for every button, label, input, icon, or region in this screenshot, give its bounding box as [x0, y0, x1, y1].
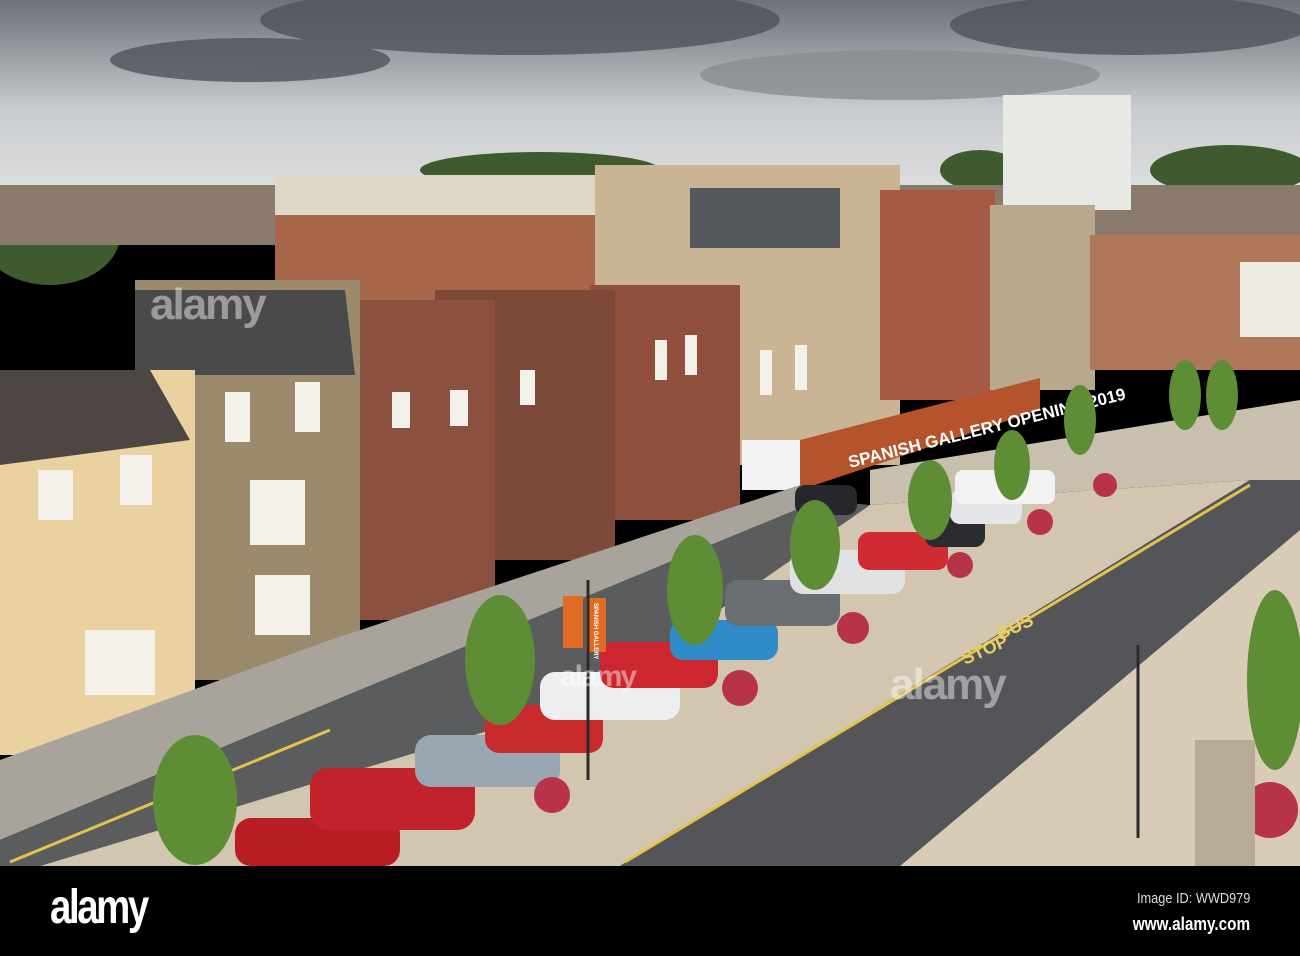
tree: [465, 595, 535, 725]
stone-building-right: [990, 205, 1095, 390]
tree: [667, 535, 723, 645]
office-top-floor: [275, 175, 630, 215]
stock-photo: SPANISH GALLERY OPENING 2019 BUS STOP SP…: [0, 0, 1300, 956]
tower-block: [1003, 95, 1131, 210]
tree: [994, 430, 1030, 500]
alamy-url: www.alamy.com: [1132, 914, 1250, 934]
gallery-banner: [563, 596, 583, 648]
tree: [1206, 360, 1238, 430]
stone-house-roof: [135, 290, 355, 375]
tree: [1064, 385, 1096, 455]
alamy-logo: alamy: [50, 881, 149, 934]
monument: [1195, 740, 1255, 866]
tree: [790, 500, 840, 590]
tree: [908, 460, 952, 540]
brick-house-1: [355, 300, 495, 620]
banner-text: SPANISH GALLERY: [592, 603, 598, 659]
tree: [1169, 360, 1201, 430]
town-square-photo: SPANISH GALLERY OPENING 2019 BUS STOP SP…: [0, 0, 1300, 866]
hoarding-white-panel: [742, 440, 800, 490]
image-id: Image ID: WWD979: [1136, 890, 1250, 907]
alamy-footer-bar: alamy Image ID: WWD979 www.alamy.com: [0, 866, 1300, 956]
white-shop: [1240, 262, 1300, 337]
slate-roof: [690, 188, 840, 248]
tree: [153, 735, 237, 865]
ornate-red-building: [880, 190, 995, 400]
